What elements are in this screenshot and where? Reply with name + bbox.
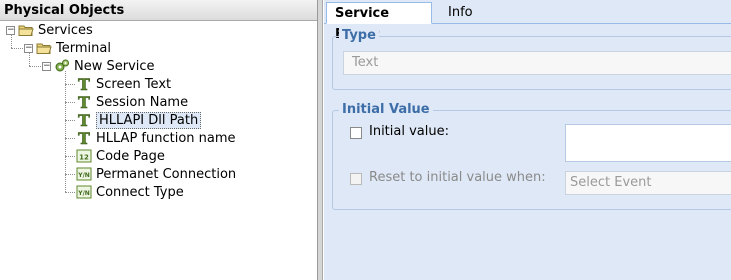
panel-splitter[interactable] — [318, 0, 323, 280]
folder-open-icon — [18, 22, 34, 38]
tab-strip: Service Editor Info — [324, 0, 731, 42]
initial-value-checkbox[interactable] — [350, 127, 362, 139]
tree-connector — [65, 138, 75, 139]
svg-text:T: T — [78, 94, 90, 110]
collapse-toggle-icon[interactable]: − — [6, 25, 15, 35]
yn-boolean-icon: Y/N — [76, 184, 92, 200]
text-t-icon: T — [76, 130, 92, 146]
tree-item-label: Code Page — [96, 148, 165, 164]
service-editor-panel: Service Editor Info Type Text Initial Va… — [324, 0, 731, 280]
select-event-dropdown[interactable]: Select Event — [565, 171, 731, 195]
tree-item-label: HLLAPI Dll Path — [96, 111, 202, 129]
initial-value-fieldset: Initial Value Initial value: Reset to in… — [332, 102, 731, 210]
tree-item-label: HLLAP function name — [96, 130, 236, 146]
tree-item-session-name[interactable]: T Session Name — [76, 93, 188, 111]
tree-item-label: Permanet Connection — [96, 166, 237, 182]
tree-connector — [65, 156, 75, 157]
tree-item-terminal[interactable]: − Terminal — [24, 39, 111, 57]
tree-item-code-page[interactable]: 12 Code Page — [76, 147, 165, 165]
tree-item-label: New Service — [74, 58, 155, 74]
physical-objects-panel: Physical Objects − Services − Terminal −… — [0, 0, 318, 280]
collapse-toggle-icon[interactable]: − — [24, 43, 33, 53]
tree-item-screen-text[interactable]: T Screen Text — [76, 75, 171, 93]
tree-item-hllapi-dll-path[interactable]: T HLLAPI Dll Path — [76, 111, 202, 129]
tree-item-label: Screen Text — [96, 76, 172, 92]
number-12-icon: 12 — [76, 148, 92, 164]
type-fieldset: Type Text — [332, 28, 731, 90]
tree-connector — [65, 192, 75, 193]
tree-item-label: Terminal — [56, 40, 111, 56]
tab-service-editor[interactable]: Service Editor — [326, 2, 432, 42]
initial-value-legend: Initial Value — [339, 102, 433, 118]
svg-text:T: T — [78, 130, 90, 146]
tree-item-label: Connect Type — [96, 184, 184, 200]
svg-text:12: 12 — [79, 154, 89, 162]
tree-item-connect-type[interactable]: Y/N Connect Type — [76, 183, 184, 201]
svg-text:T: T — [78, 112, 90, 128]
tree-connector — [29, 66, 41, 67]
reset-checkbox[interactable] — [350, 173, 362, 185]
tree-connector — [11, 48, 23, 49]
tree-item-services[interactable]: − Services — [6, 21, 93, 39]
tree-connector — [65, 120, 75, 121]
type-legend: Type — [339, 28, 379, 44]
reset-label: Reset to initial value when: — [369, 170, 546, 185]
tree-item-label: Session Name — [96, 94, 189, 110]
folder-open-icon — [36, 40, 52, 56]
text-t-icon: T — [76, 76, 92, 92]
initial-value-input[interactable] — [565, 124, 731, 162]
yn-boolean-icon: Y/N — [76, 166, 92, 182]
tab-info[interactable]: Info — [440, 2, 490, 24]
svg-text:Y/N: Y/N — [77, 190, 90, 197]
text-t-icon: T — [76, 94, 92, 110]
tree-item-hllap-function-name[interactable]: T HLLAP function name — [76, 129, 236, 147]
svg-text:T: T — [78, 76, 90, 92]
tree-connector — [65, 174, 75, 175]
text-t-icon: T — [76, 112, 92, 128]
gears-icon — [54, 58, 70, 74]
svg-text:Y/N: Y/N — [77, 172, 90, 179]
tree-connector — [65, 84, 75, 85]
tree-item-permanet-connection[interactable]: Y/N Permanet Connection — [76, 165, 236, 183]
collapse-toggle-icon[interactable]: − — [42, 61, 51, 71]
tree-connector — [65, 102, 75, 103]
tree-item-new-service[interactable]: − New Service — [42, 57, 155, 75]
tree-item-label: Services — [38, 22, 93, 38]
panel-header: Physical Objects — [0, 0, 317, 21]
initial-value-label: Initial value: — [369, 124, 449, 139]
type-field: Text — [343, 51, 731, 75]
